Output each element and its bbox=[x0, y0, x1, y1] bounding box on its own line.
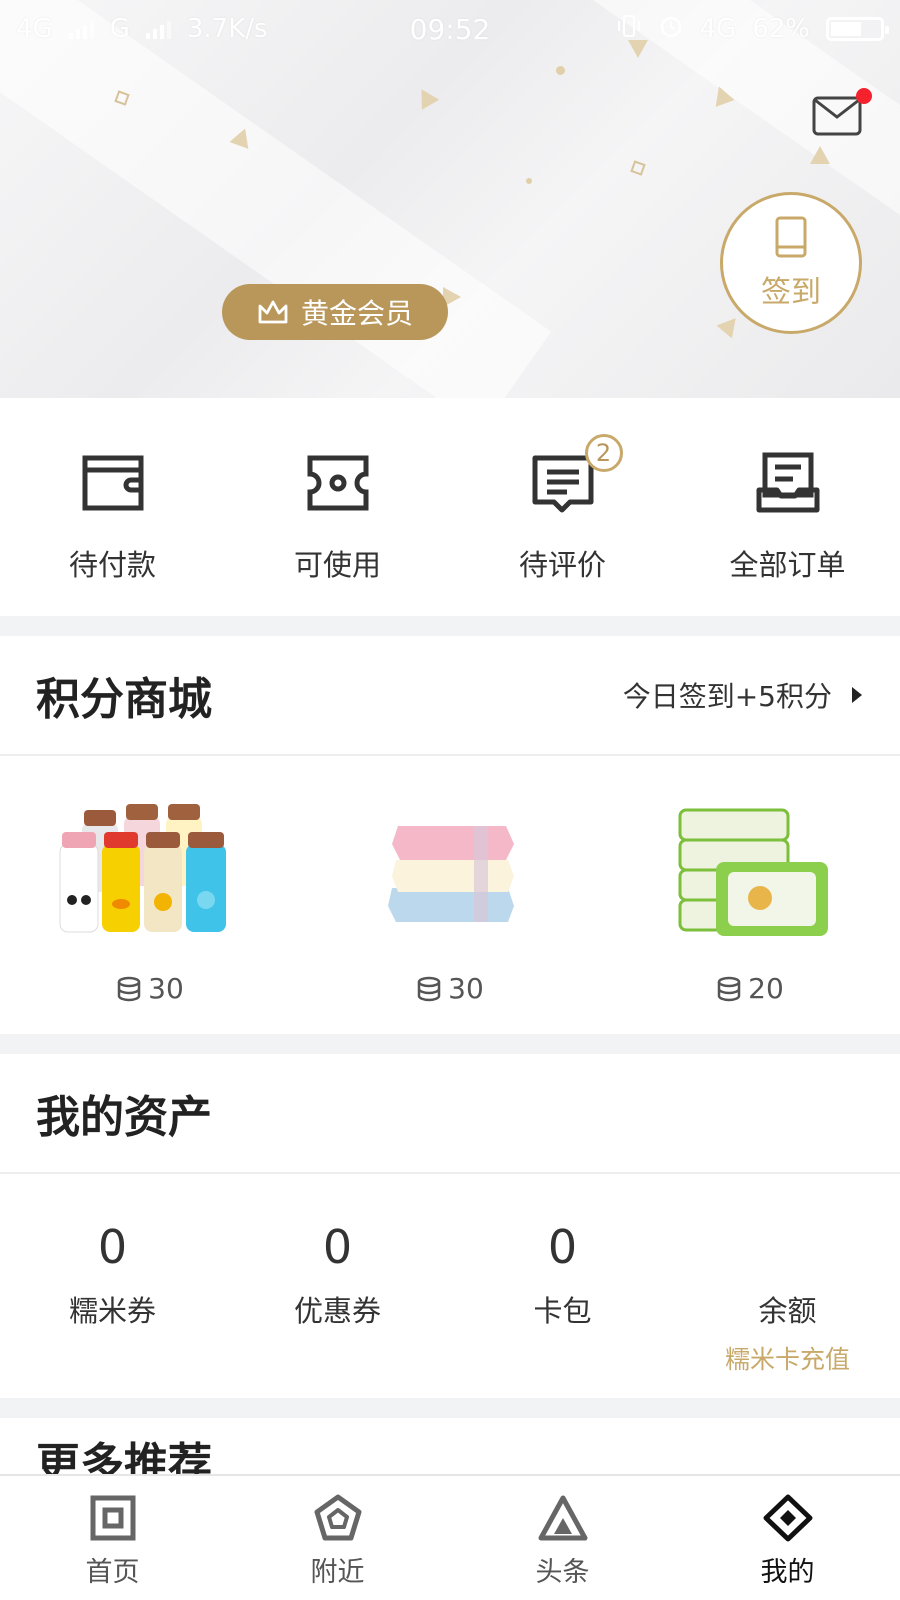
confetti-dot bbox=[526, 178, 532, 184]
checkin-points-link[interactable]: 今日签到+5积分 bbox=[623, 675, 862, 715]
network-label: 4G bbox=[16, 14, 53, 44]
assets-header: 我的资产 bbox=[0, 1054, 900, 1174]
tab-nearby[interactable]: 附近 bbox=[225, 1476, 450, 1600]
wet-wipes-image bbox=[650, 792, 850, 942]
coins-icon bbox=[417, 976, 441, 1001]
confetti-diamond bbox=[630, 160, 646, 176]
order-label: 全部订单 bbox=[729, 548, 846, 582]
order-label: 待付款 bbox=[68, 548, 156, 582]
product-card[interactable]: 30 bbox=[0, 756, 300, 1030]
ticket-icon bbox=[305, 450, 371, 516]
network-speed: 3.7K/s bbox=[186, 14, 268, 44]
order-all[interactable]: 全部订单 bbox=[675, 398, 900, 616]
tab-label: 附近 bbox=[310, 1557, 365, 1588]
confetti-triangle bbox=[716, 311, 744, 339]
points-value: 30 bbox=[148, 972, 184, 1005]
asset-coupon[interactable]: 0 优惠券 bbox=[225, 1174, 450, 1396]
towels-image bbox=[350, 792, 550, 942]
confetti-triangle bbox=[412, 84, 440, 110]
order-usable[interactable]: 可使用 bbox=[225, 398, 450, 616]
member-level-badge[interactable]: 黄金会员 bbox=[222, 284, 448, 340]
product-points: 30 bbox=[416, 972, 484, 1005]
coins-icon bbox=[117, 976, 141, 1001]
points-value: 30 bbox=[448, 972, 484, 1005]
status-bar: 4G G 3.7K/s 09:52 4G 62% bbox=[0, 0, 900, 58]
battery-icon bbox=[826, 17, 889, 41]
tab-label: 我的 bbox=[760, 1557, 815, 1588]
asset-value: 0 bbox=[97, 1220, 128, 1274]
tab-home[interactable]: 首页 bbox=[0, 1476, 225, 1600]
assets-section: 我的资产 0 糯米券 0 优惠券 0 卡包 余额 糯米卡充值 bbox=[0, 1054, 900, 1398]
asset-list: 0 糯米券 0 优惠券 0 卡包 余额 糯米卡充值 bbox=[0, 1174, 900, 1396]
tab-label: 头条 bbox=[535, 1557, 590, 1588]
thermos-bottles-image bbox=[50, 792, 250, 942]
more-section: 更多推荐 bbox=[0, 1418, 900, 1478]
section-title: 更多推荐 bbox=[36, 1439, 212, 1478]
tab-profile[interactable]: 我的 bbox=[675, 1476, 900, 1600]
signal-icon bbox=[145, 19, 171, 39]
headline-icon bbox=[538, 1495, 587, 1541]
asset-label: 余额 bbox=[758, 1294, 817, 1328]
asset-label: 糯米券 bbox=[68, 1294, 156, 1328]
profile-header: 4G G 3.7K/s 09:52 4G 62% 签到 黄金会员 bbox=[0, 0, 900, 398]
unread-dot bbox=[856, 88, 872, 104]
battery-fill bbox=[831, 22, 861, 36]
review-count-badge: 2 bbox=[584, 434, 623, 472]
order-label: 可使用 bbox=[293, 548, 381, 582]
points-mall-header: 积分商城 今日签到+5积分 bbox=[0, 636, 900, 756]
asset-card-wallet[interactable]: 0 卡包 bbox=[450, 1174, 675, 1396]
asset-nuomi-voucher[interactable]: 0 糯米券 bbox=[0, 1174, 225, 1396]
order-pending-review[interactable]: 2 待评价 bbox=[450, 398, 675, 616]
checkin-label: 签到 bbox=[761, 275, 821, 310]
confetti-triangle bbox=[810, 146, 830, 164]
product-points: 30 bbox=[116, 972, 184, 1005]
asset-value: 0 bbox=[322, 1220, 353, 1274]
profile-icon bbox=[763, 1494, 812, 1542]
bottom-tab-bar: 首页 附近 头条 我的 bbox=[0, 1474, 900, 1600]
crown-icon bbox=[258, 300, 288, 324]
order-list-icon bbox=[755, 450, 821, 516]
points-value: 20 bbox=[748, 972, 784, 1005]
asset-value: 0 bbox=[547, 1220, 578, 1274]
product-points: 20 bbox=[716, 972, 784, 1005]
caret-right-icon bbox=[852, 687, 862, 703]
recharge-link[interactable]: 糯米卡充值 bbox=[725, 1340, 850, 1376]
section-title: 我的资产 bbox=[36, 1092, 212, 1143]
asset-label: 优惠券 bbox=[293, 1294, 381, 1328]
network-label: 4G bbox=[699, 14, 737, 44]
mail-icon bbox=[812, 96, 862, 136]
product-card[interactable]: 30 bbox=[300, 756, 600, 1030]
checkin-points-label: 今日签到+5积分 bbox=[622, 680, 832, 713]
home-icon bbox=[90, 1495, 135, 1541]
order-pending-payment[interactable]: 待付款 bbox=[0, 398, 225, 616]
wallet-icon bbox=[80, 450, 146, 516]
member-level-label: 黄金会员 bbox=[300, 297, 413, 330]
points-mall-section: 积分商城 今日签到+5积分 30 30 20 bbox=[0, 636, 900, 1034]
confetti-dot bbox=[556, 66, 565, 75]
section-title: 积分商城 bbox=[36, 674, 212, 725]
coins-icon bbox=[717, 976, 741, 1001]
phone-icon bbox=[775, 216, 807, 258]
checkin-button[interactable]: 签到 bbox=[720, 192, 862, 334]
order-label: 待评价 bbox=[518, 548, 606, 582]
nearby-icon bbox=[314, 1494, 361, 1541]
product-list: 30 30 20 bbox=[0, 756, 900, 1030]
tab-headlines[interactable]: 头条 bbox=[450, 1476, 675, 1600]
vibrate-icon bbox=[616, 13, 642, 46]
order-shortcuts: 待付款 可使用 2 待评价 全部订单 bbox=[0, 398, 900, 616]
asset-label: 卡包 bbox=[533, 1294, 592, 1328]
product-card[interactable]: 20 bbox=[600, 756, 900, 1030]
signal-icon bbox=[68, 19, 94, 39]
tab-label: 首页 bbox=[85, 1557, 140, 1588]
network-label: G bbox=[109, 14, 130, 44]
messages-button[interactable] bbox=[812, 88, 872, 136]
asset-balance[interactable]: 余额 糯米卡充值 bbox=[675, 1174, 900, 1396]
alarm-icon bbox=[658, 13, 684, 46]
battery-percent: 62% bbox=[752, 14, 810, 44]
